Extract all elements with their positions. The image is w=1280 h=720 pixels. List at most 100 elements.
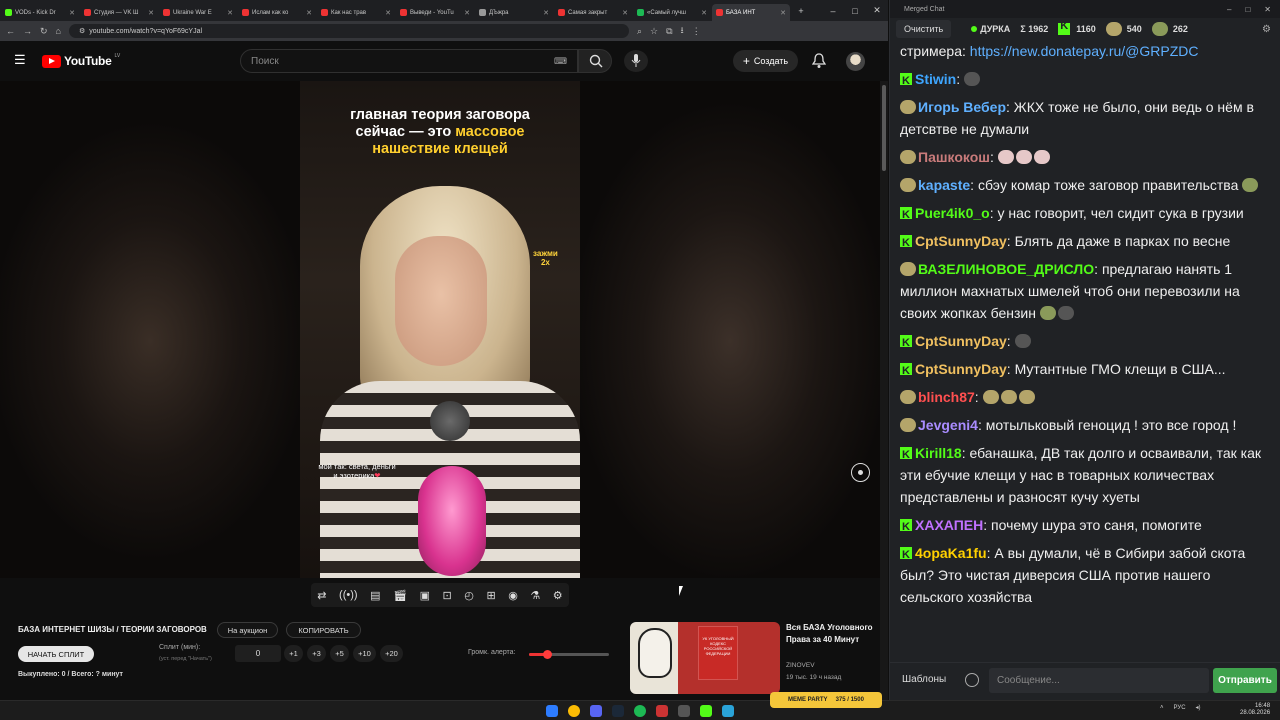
forward-icon[interactable]: →: [23, 26, 32, 36]
language-indicator[interactable]: РУС: [1174, 705, 1186, 711]
extensions-icon[interactable]: ⧉: [666, 26, 672, 37]
scrollbar-thumb[interactable]: [882, 85, 886, 171]
tab-close-icon[interactable]: ✕: [622, 9, 628, 17]
chat-minimize-button[interactable]: –: [1227, 5, 1231, 14]
lab-icon[interactable]: ⚗: [530, 589, 540, 602]
alert-volume-slider[interactable]: [529, 650, 609, 659]
chat-username[interactable]: ВАЗЕЛИНОВОЕ_ДРИСЛО: [918, 261, 1094, 277]
chat-close-button[interactable]: ✕: [1264, 5, 1271, 14]
browser-tab[interactable]: Выведи - YouTu ✕: [396, 4, 474, 21]
chat-username[interactable]: kapaste: [918, 177, 970, 193]
browser-tab[interactable]: «Самый лучш ✕: [633, 4, 711, 21]
menu-dots-icon[interactable]: ⋮: [692, 26, 701, 37]
split-minutes-input[interactable]: 0: [235, 645, 281, 662]
increment-3-button[interactable]: +3: [307, 645, 326, 662]
youtube-logo[interactable]: YouTube LV: [42, 53, 120, 68]
tab-close-icon[interactable]: ✕: [780, 9, 786, 17]
picture-in-picture-icon[interactable]: ▣: [420, 589, 430, 602]
donate-link[interactable]: https://new.donatepay.ru/@GRPZDC: [970, 43, 1199, 59]
increment-10-button[interactable]: +10: [353, 645, 376, 662]
chat-maximize-button[interactable]: □: [1245, 5, 1250, 14]
tab-close-icon[interactable]: ✕: [543, 9, 549, 17]
chat-username[interactable]: Игорь Вебер: [918, 99, 1006, 115]
player-settings-circle-icon[interactable]: [851, 463, 870, 482]
browser-tab[interactable]: Ukraine War E ✕: [159, 4, 237, 21]
clock[interactable]: 16:48 28.08.2026: [1240, 703, 1270, 717]
tab-close-icon[interactable]: ✕: [148, 9, 154, 17]
url-field[interactable]: ⚙ youtube.com/watch?v=qYoF69cYJal: [68, 24, 629, 38]
browser-tab[interactable]: Как нас трав ✕: [317, 4, 395, 21]
steam-icon[interactable]: [612, 705, 624, 717]
windows-start-icon[interactable]: [546, 705, 558, 717]
discord-icon[interactable]: [590, 705, 602, 717]
voice-search-button[interactable]: [624, 50, 648, 72]
notifications-bell-icon[interactable]: [812, 53, 826, 69]
chat-username[interactable]: blinch87: [918, 389, 975, 405]
minimize-button[interactable]: –: [822, 6, 844, 16]
increment-20-button[interactable]: +20: [380, 645, 403, 662]
recommended-thumbnail[interactable]: УК УГОЛОВНЫЙ КОДЕКС РОССИЙСКОЙ ФЕДЕРАЦИИ: [630, 622, 780, 694]
tab-close-icon[interactable]: ✕: [69, 9, 75, 17]
chat-username[interactable]: Kirill18: [915, 445, 962, 461]
clear-chat-button[interactable]: Очистить: [896, 20, 952, 38]
chrome-icon[interactable]: [568, 705, 580, 717]
browser-tab[interactable]: ДЪжра ✕: [475, 4, 553, 21]
chat-username[interactable]: Jevgeni4: [918, 417, 978, 433]
speed-icon[interactable]: ◴: [464, 589, 474, 602]
kick-app-icon[interactable]: [700, 705, 712, 717]
browser-tab[interactable]: Ислам как ко ✕: [238, 4, 316, 21]
broadcast-icon[interactable]: ((•)): [339, 589, 358, 601]
obs-icon[interactable]: [656, 705, 668, 717]
tab-close-icon[interactable]: ✕: [385, 9, 391, 17]
chat-username[interactable]: 4opaKa1fu: [915, 545, 987, 561]
zoom-icon[interactable]: ⌕: [637, 26, 642, 37]
home-icon[interactable]: ⌂: [56, 26, 61, 36]
site-info-icon[interactable]: ⚙: [79, 27, 85, 35]
send-button[interactable]: Отправить: [1213, 668, 1277, 693]
browser-tab[interactable]: БАЗА ИНТ ✕: [712, 4, 790, 21]
message-input[interactable]: Сообщение...: [989, 668, 1209, 693]
loop-icon[interactable]: ⇄: [317, 589, 326, 602]
chat-username[interactable]: CptSunnyDay: [915, 333, 1007, 349]
start-split-button[interactable]: НАЧАТЬ СПЛИТ: [18, 646, 94, 662]
back-icon[interactable]: ←: [6, 26, 15, 36]
recommended-title[interactable]: Вся БАЗА Уголовного Права за 40 Минут: [786, 622, 876, 646]
app-icon[interactable]: [678, 705, 690, 717]
tab-close-icon[interactable]: ✕: [701, 9, 707, 17]
chat-username[interactable]: CptSunnyDay: [915, 361, 1007, 377]
search-input[interactable]: Поиск ⌨: [240, 49, 578, 73]
close-window-button[interactable]: ✕: [866, 5, 888, 16]
chat-username[interactable]: ХАХАПЕН: [915, 517, 983, 533]
video-player[interactable]: главная теория заговора сейчас — это мас…: [0, 81, 880, 578]
gear-icon[interactable]: ⚙: [553, 589, 563, 602]
spotify-icon[interactable]: [634, 705, 646, 717]
browser-tab[interactable]: Студия — VK Ш ✕: [80, 4, 158, 21]
clip-icon[interactable]: 🎬︎: [393, 589, 407, 602]
download-icon[interactable]: ⭳: [681, 23, 684, 39]
tab-close-icon[interactable]: ✕: [306, 9, 312, 17]
volume-icon[interactable]: ◂): [1196, 704, 1201, 711]
create-button[interactable]: + Создать: [733, 50, 798, 72]
bookmark-star-icon[interactable]: ☆: [650, 26, 658, 37]
new-tab-button[interactable]: +: [790, 6, 812, 16]
auction-button[interactable]: На аукцион: [217, 622, 278, 638]
chat-username[interactable]: CptSunnyDay: [915, 233, 1007, 249]
page-scrollbar[interactable]: [880, 81, 888, 700]
templates-button[interactable]: Шаблоны: [902, 674, 946, 685]
telegram-icon[interactable]: [722, 705, 734, 717]
recommended-channel[interactable]: ZINOVEV: [786, 662, 815, 669]
tab-close-icon[interactable]: ✕: [227, 9, 233, 17]
browser-tab[interactable]: VODs - Kick Dr ✕: [1, 4, 79, 21]
avatar[interactable]: [846, 52, 865, 71]
tab-close-icon[interactable]: ✕: [464, 9, 470, 17]
increment-1-button[interactable]: +1: [284, 645, 303, 662]
maximize-button[interactable]: □: [844, 6, 866, 16]
emoji-smile-icon[interactable]: [965, 673, 979, 687]
recommended-video[interactable]: УК УГОЛОВНЫЙ КОДЕКС РОССИЙСКОЙ ФЕДЕРАЦИИ…: [628, 622, 878, 700]
alert-volume-knob[interactable]: [542, 650, 552, 659]
hamburger-menu-icon[interactable]: ☰: [14, 52, 26, 68]
add-icon[interactable]: ⊞: [486, 589, 495, 602]
chat-username[interactable]: Пашкокош: [918, 149, 990, 165]
fullscreen-window-icon[interactable]: ⊡: [443, 589, 452, 602]
tray-arrow-icon[interactable]: ˄: [1160, 705, 1164, 711]
